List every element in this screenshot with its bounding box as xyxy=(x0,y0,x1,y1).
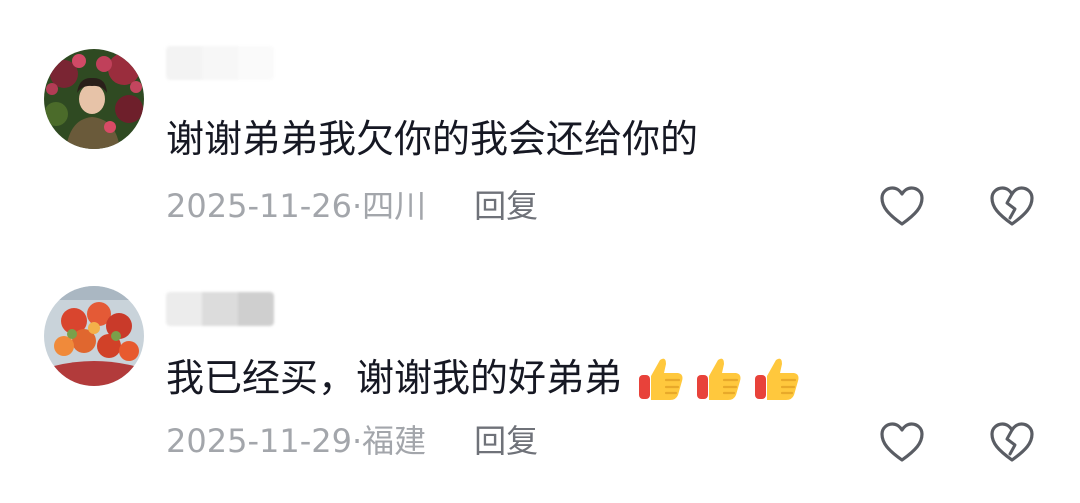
thumbs-up-icon xyxy=(694,353,744,403)
comment-item: 我已经买，谢谢我的好弟弟 2025-11-29 · 福建 回复 xyxy=(0,250,1080,503)
meta-separator: · xyxy=(351,187,363,225)
heart-outline-icon xyxy=(880,186,924,226)
dislike-button[interactable] xyxy=(988,184,1036,228)
thumbs-up-icon xyxy=(636,353,686,403)
like-button[interactable] xyxy=(878,420,926,464)
reply-button[interactable]: 回复 xyxy=(474,421,538,461)
heart-outline-icon xyxy=(880,422,924,462)
comment-text: 我已经买，谢谢我的好弟弟 xyxy=(166,353,802,403)
dislike-button[interactable] xyxy=(988,420,1036,464)
username[interactable] xyxy=(166,292,274,326)
meta-separator: · xyxy=(351,422,363,460)
comment-date: 2025-11-26 xyxy=(166,187,352,225)
like-button[interactable] xyxy=(878,184,926,228)
comment-location: 福建 xyxy=(362,422,427,460)
comment-date: 2025-11-29 xyxy=(166,422,352,460)
thumbs-up-icon xyxy=(752,353,802,403)
comment-item: 谢谢弟弟我欠你的我会还给你的 2025-11-26 · 四川 回复 xyxy=(0,0,1080,250)
comment-meta: 2025-11-29 · 福建 回复 xyxy=(166,421,538,461)
comment-meta: 2025-11-26 · 四川 回复 xyxy=(166,186,538,226)
comment-location: 四川 xyxy=(362,187,427,225)
reply-button[interactable]: 回复 xyxy=(474,186,538,226)
username[interactable] xyxy=(166,46,274,80)
avatar[interactable] xyxy=(44,286,144,386)
avatar[interactable] xyxy=(44,49,144,149)
broken-heart-icon xyxy=(990,422,1034,462)
comment-text: 谢谢弟弟我欠你的我会还给你的 xyxy=(166,117,699,161)
broken-heart-icon xyxy=(990,186,1034,226)
